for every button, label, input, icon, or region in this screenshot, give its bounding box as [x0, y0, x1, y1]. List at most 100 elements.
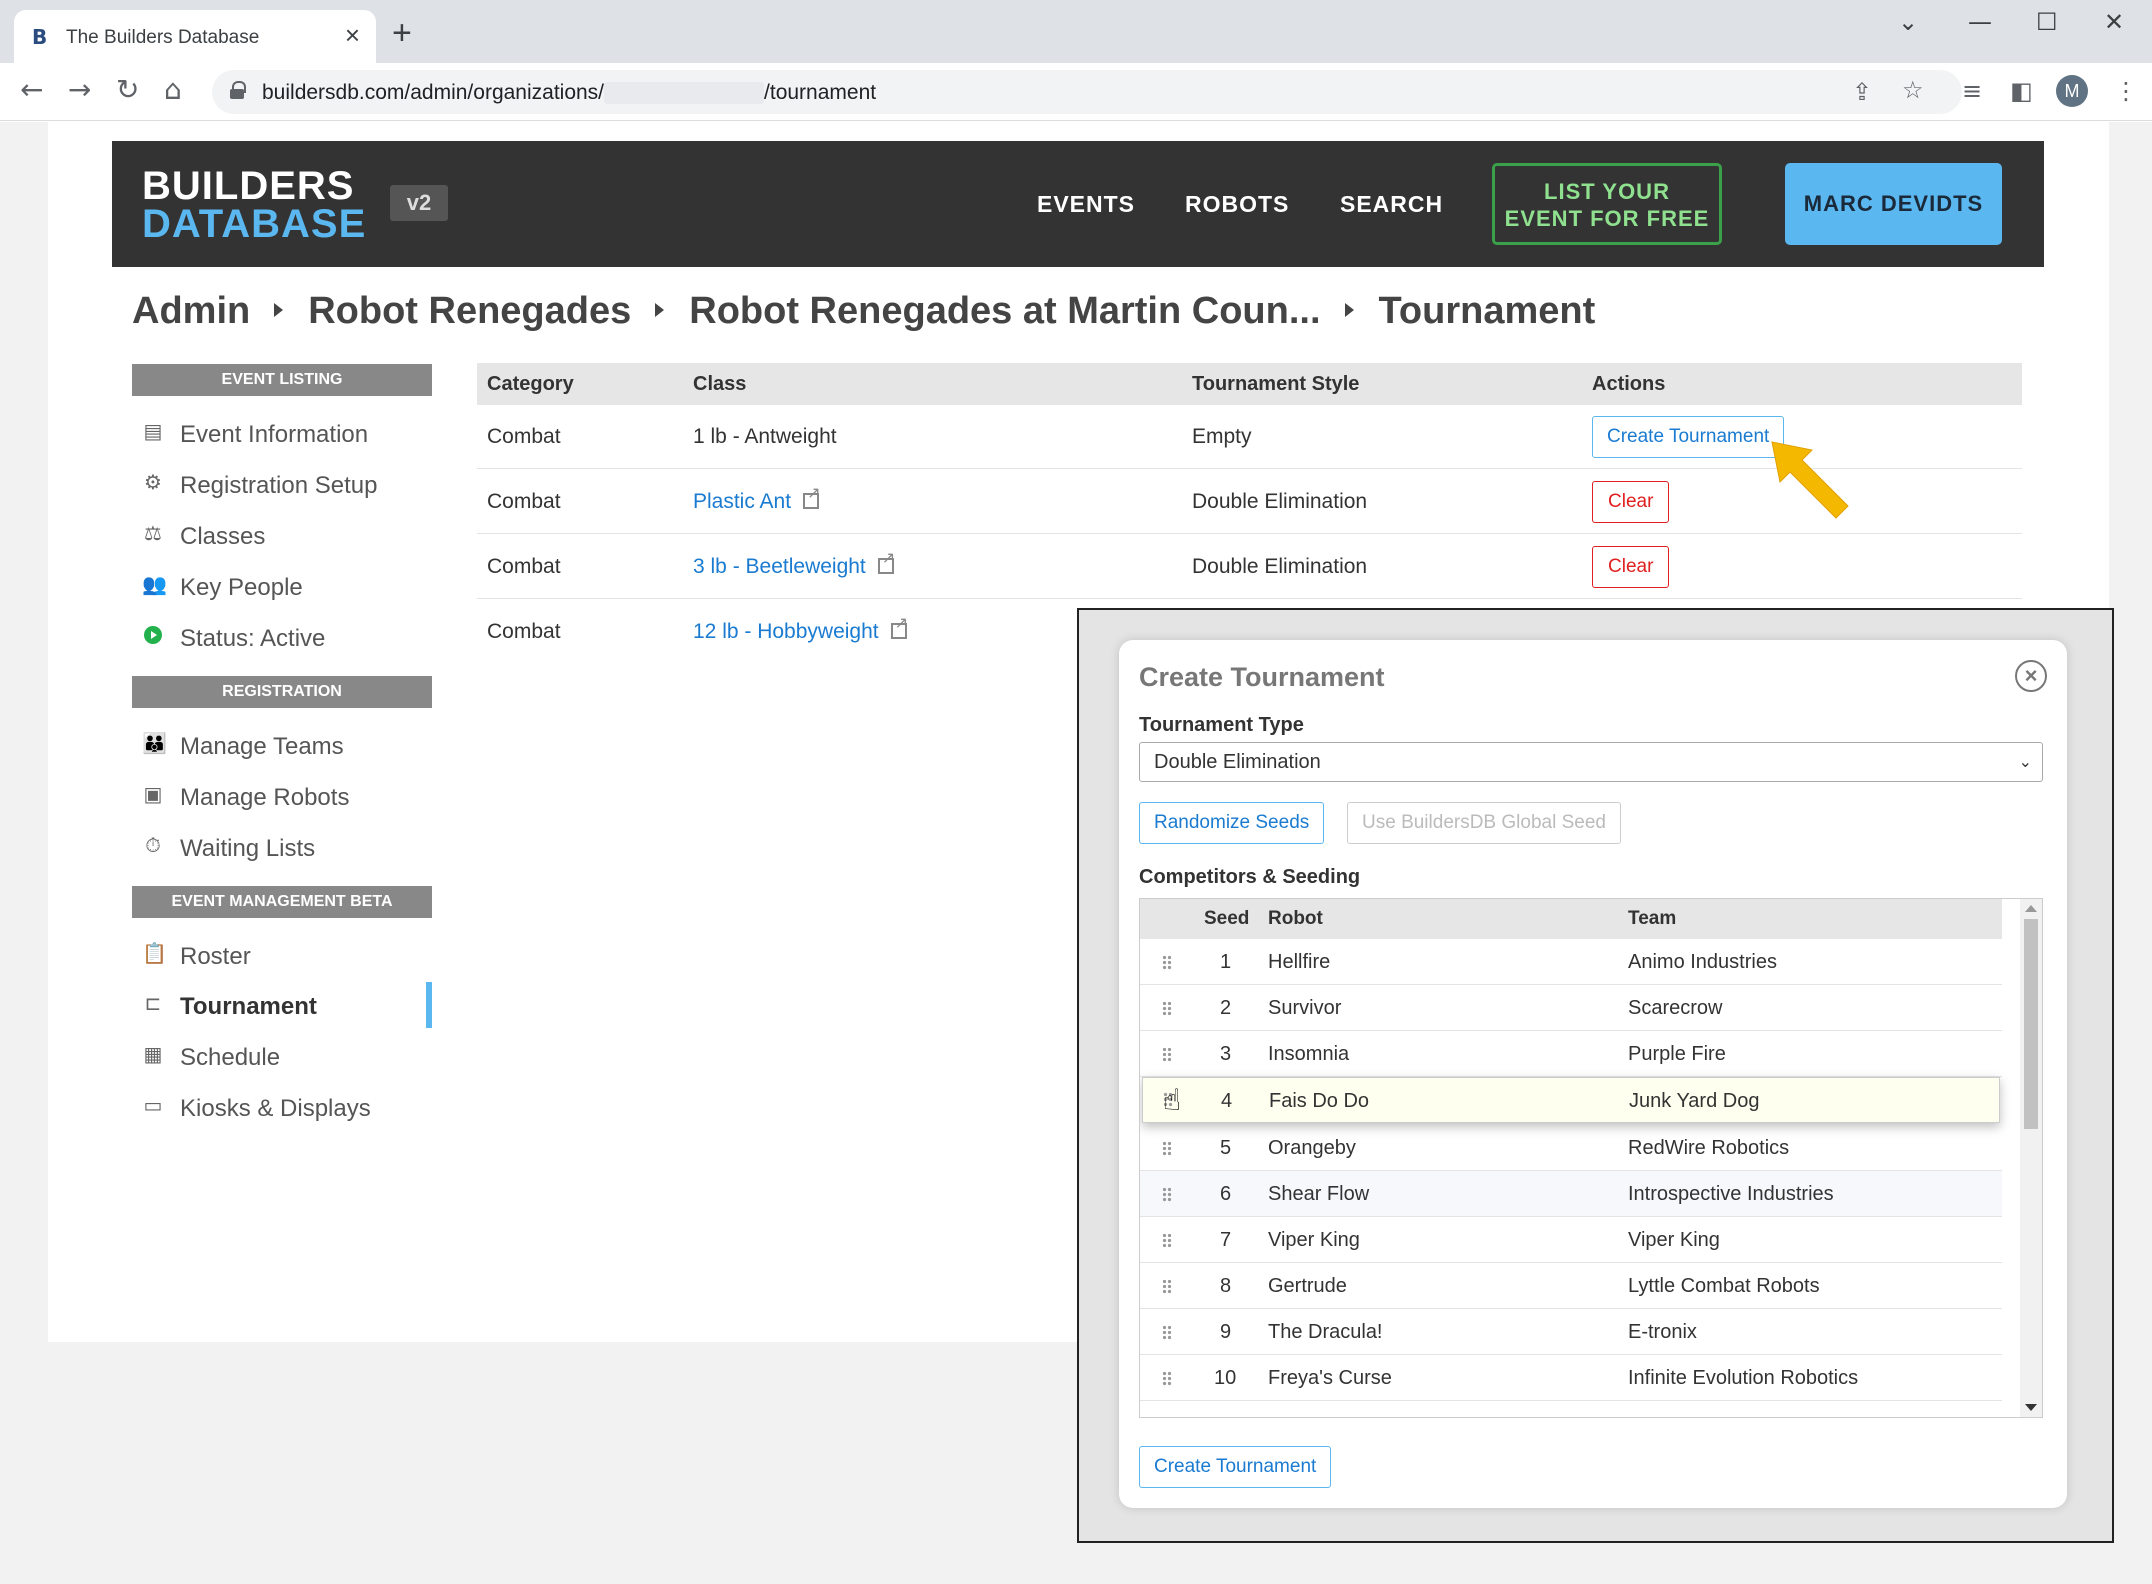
- url-field[interactable]: buildersdb.com/admin/organizations//tour…: [212, 70, 1962, 114]
- drag-handle-icon[interactable]: [1162, 1047, 1172, 1063]
- drag-handle-icon[interactable]: [1162, 1371, 1172, 1387]
- drag-handle-icon[interactable]: [1162, 1187, 1172, 1203]
- cell-style: Double Elimination: [1192, 555, 1368, 578]
- scrollbar-thumb[interactable]: [2024, 919, 2038, 1129]
- clear-button[interactable]: Clear: [1592, 481, 1670, 523]
- seed-row[interactable]: 10 Freya's Curse Infinite Evolution Roboti…: [1140, 1355, 2002, 1401]
- seed-row[interactable]: 9 The Dracula! E-tronix: [1140, 1309, 2002, 1355]
- seed-row[interactable]: 5 Orangeby RedWire Robotics: [1140, 1125, 2002, 1171]
- seed-row[interactable]: 3 Insomnia Purple Fire: [1140, 1031, 2002, 1077]
- sidebar-item-status[interactable]: Status: Active: [132, 614, 432, 660]
- share-icon[interactable]: ⇪: [1852, 78, 1872, 106]
- lock-icon: [230, 81, 246, 99]
- seed-row[interactable]: 1 Hellfire Animo Industries: [1140, 939, 2002, 985]
- drag-handle-icon[interactable]: [1162, 1141, 1172, 1157]
- sidebar-item-manage-teams[interactable]: 👪 Manage Teams: [132, 722, 432, 768]
- class-link[interactable]: Plastic Ant: [693, 490, 791, 513]
- home-icon[interactable]: ⌂: [164, 75, 182, 105]
- breadcrumb-admin[interactable]: Admin: [132, 290, 250, 332]
- nav-search[interactable]: SEARCH: [1340, 191, 1443, 218]
- scroll-down-icon[interactable]: [2025, 1404, 2037, 1411]
- logo-line1[interactable]: BUILDERS: [142, 166, 354, 206]
- seeding-table[interactable]: Seed Robot Team 1 Hellfire Animo Industrie…: [1139, 898, 2043, 1418]
- drag-handle-icon[interactable]: [1162, 1233, 1172, 1249]
- robot-name: Viper King: [1268, 1229, 1360, 1251]
- external-link-icon[interactable]: [890, 615, 908, 639]
- drag-handle-icon[interactable]: [1162, 955, 1172, 971]
- nav-robots[interactable]: ROBOTS: [1185, 191, 1289, 218]
- profile-avatar[interactable]: M: [2056, 75, 2088, 107]
- back-icon[interactable]: ←: [20, 75, 43, 105]
- menu-kebab-icon[interactable]: ⋮: [2114, 77, 2138, 105]
- global-seed-button[interactable]: Use BuildersDB Global Seed: [1347, 802, 1621, 844]
- seed-row[interactable]: 7 Viper King Viper King: [1140, 1217, 2002, 1263]
- breadcrumb-separator-icon: [1344, 302, 1354, 317]
- seed-number: 4: [1221, 1090, 1233, 1112]
- seeding-scrollbar[interactable]: [2020, 899, 2042, 1417]
- browser-tab[interactable]: B The Builders Database ×: [14, 10, 376, 63]
- table-row: Combat 3 lb - Beetleweight Double Elimin…: [477, 535, 2022, 599]
- seed-row[interactable]: 6 Shear Flow Introspective Industries: [1140, 1171, 2002, 1217]
- sidebar-item-roster[interactable]: 📋 Roster: [132, 932, 432, 978]
- drag-handle-icon[interactable]: [1162, 1279, 1172, 1295]
- seed-row[interactable]: 8 Gertrude Lyttle Combat Robots: [1140, 1263, 2002, 1309]
- sidebar-item-classes[interactable]: ⚖ Classes: [132, 512, 432, 558]
- sidebar-item-event-information[interactable]: ▤ Event Information: [132, 410, 432, 456]
- cell-class[interactable]: 12 lb - Hobbyweight: [693, 600, 908, 664]
- browser-tab-bar: B The Builders Database × + ⌄ — ☐ ✕: [0, 0, 2152, 63]
- media-icon[interactable]: ≡: [1962, 77, 1982, 105]
- chevron-down-icon: ⌄: [2018, 752, 2032, 771]
- seed-row[interactable]: 2 Survivor Scarecrow: [1140, 985, 2002, 1031]
- seed-row-dragging[interactable]: ☝ 4 Fais Do Do Junk Yard Dog: [1142, 1077, 2000, 1123]
- modal-create-tournament-button[interactable]: Create Tournament: [1139, 1446, 1332, 1488]
- sidebar-item-tournament[interactable]: ⊏ Tournament: [132, 982, 432, 1028]
- drag-handle-icon[interactable]: [1162, 1001, 1172, 1017]
- class-link[interactable]: 12 lb - Hobbyweight: [693, 620, 879, 643]
- bookmark-star-icon[interactable]: ☆: [1902, 76, 1924, 104]
- sidebar-item-key-people[interactable]: 👥 Key People: [132, 563, 432, 609]
- create-tournament-button[interactable]: Create Tournament: [1592, 416, 1785, 458]
- url-text: buildersdb.com/admin/organizations//tour…: [262, 81, 877, 105]
- sidebar-item-registration-setup[interactable]: ⚙ Registration Setup: [132, 461, 432, 507]
- cell-category: Combat: [487, 425, 561, 448]
- classes-table-header: Category Class Tournament Style Actions: [477, 363, 2022, 405]
- logo-line2[interactable]: DATABASE: [142, 204, 366, 244]
- sidebar-item-schedule[interactable]: ▦ Schedule: [132, 1033, 432, 1079]
- breadcrumb-separator-icon: [274, 302, 284, 317]
- col-class: Class: [693, 373, 747, 395]
- randomize-seeds-button[interactable]: Randomize Seeds: [1139, 802, 1325, 844]
- side-panel-icon[interactable]: ◧: [2010, 77, 2033, 105]
- status-active-icon: [144, 626, 162, 644]
- user-menu-button[interactable]: MARC DEVIDTS: [1785, 163, 2002, 245]
- gear-icon: ⚙: [144, 470, 162, 494]
- close-icon[interactable]: ×: [2015, 660, 2047, 692]
- external-link-icon[interactable]: [877, 550, 895, 574]
- external-link-icon[interactable]: [803, 485, 820, 509]
- class-link[interactable]: 3 lb - Beetleweight: [693, 555, 866, 578]
- tournament-type-label: Tournament Type: [1139, 714, 1304, 736]
- forward-icon[interactable]: →: [68, 75, 91, 105]
- clear-button[interactable]: Clear: [1592, 546, 1670, 588]
- reload-icon[interactable]: ↻: [116, 75, 139, 105]
- cell-class[interactable]: 3 lb - Beetleweight: [693, 535, 895, 599]
- close-window-icon[interactable]: ✕: [2104, 8, 2124, 36]
- sidebar-item-manage-robots[interactable]: ▣ Manage Robots: [132, 773, 432, 819]
- sidebar-item-kiosks-displays[interactable]: ▭ Kiosks & Displays: [132, 1084, 432, 1130]
- cell-class[interactable]: Plastic Ant: [693, 470, 820, 534]
- site-header: BUILDERS DATABASE v2 EVENTS ROBOTS SEARC…: [112, 141, 2044, 267]
- close-tab-icon[interactable]: ×: [345, 22, 360, 48]
- tournament-type-select[interactable]: Double Elimination ⌄: [1139, 742, 2043, 782]
- nav-events[interactable]: EVENTS: [1037, 191, 1135, 218]
- col-seed: Seed: [1204, 908, 1250, 929]
- scroll-up-icon[interactable]: [2025, 905, 2037, 912]
- tab-search-icon[interactable]: ⌄: [1898, 8, 1918, 36]
- team-name: Viper King: [1628, 1229, 1720, 1251]
- breadcrumb-event[interactable]: Robot Renegades at Martin Coun...: [689, 290, 1320, 332]
- sidebar-item-waiting-lists[interactable]: ⏱ Waiting Lists: [132, 824, 432, 870]
- minimize-icon[interactable]: —: [1968, 8, 1992, 36]
- breadcrumb-organization[interactable]: Robot Renegades: [308, 290, 631, 332]
- drag-handle-icon[interactable]: [1162, 1325, 1172, 1341]
- maximize-icon[interactable]: ☐: [2036, 8, 2058, 36]
- list-event-button[interactable]: LIST YOUR EVENT FOR FREE: [1492, 163, 1722, 245]
- new-tab-icon[interactable]: +: [392, 16, 412, 50]
